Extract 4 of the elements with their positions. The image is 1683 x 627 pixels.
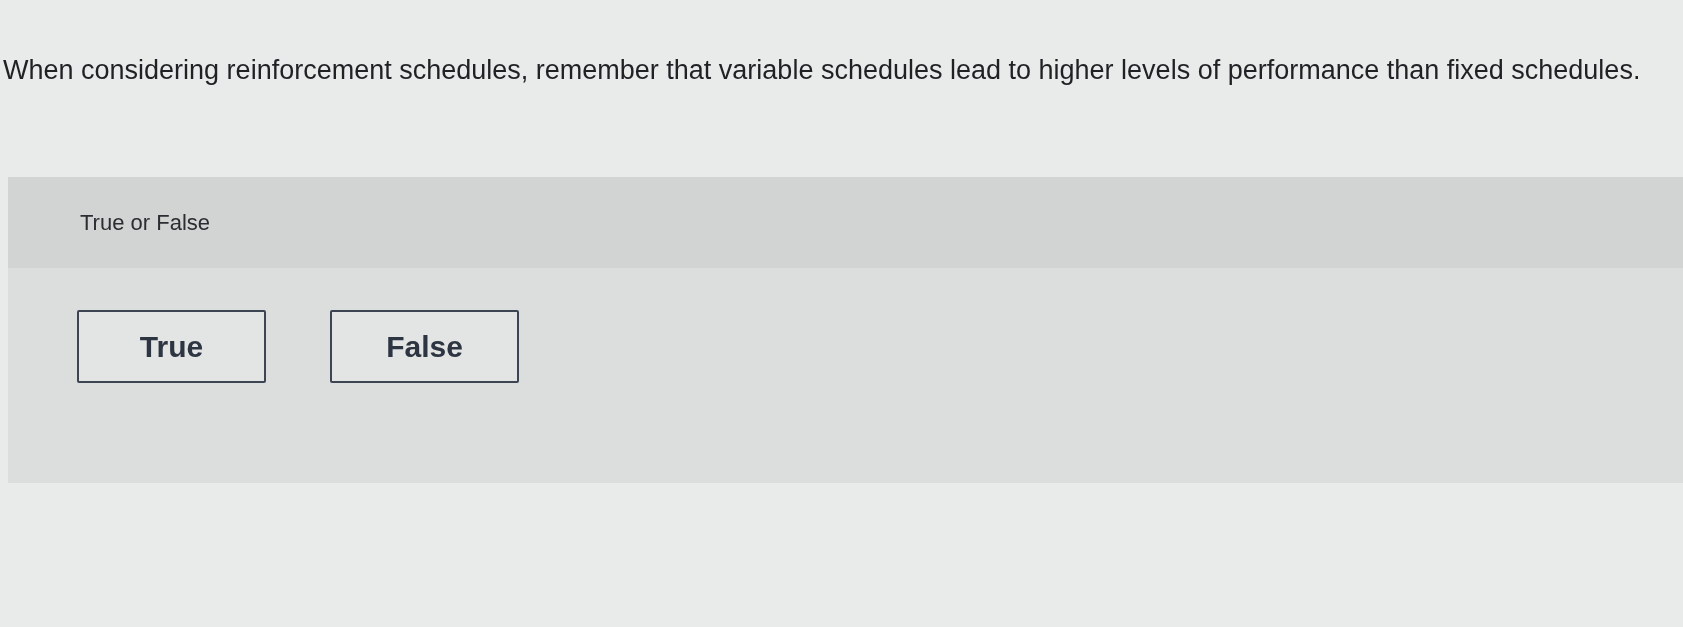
prompt-text: True or False bbox=[80, 209, 210, 236]
answer-option-button[interactable]: True bbox=[77, 310, 266, 383]
answer-option-button[interactable]: False bbox=[330, 310, 519, 383]
question-text: When considering reinforcement schedules, remember that variable schedules lead to higher levels of performance than fixed schedules. bbox=[2, 54, 1641, 87]
